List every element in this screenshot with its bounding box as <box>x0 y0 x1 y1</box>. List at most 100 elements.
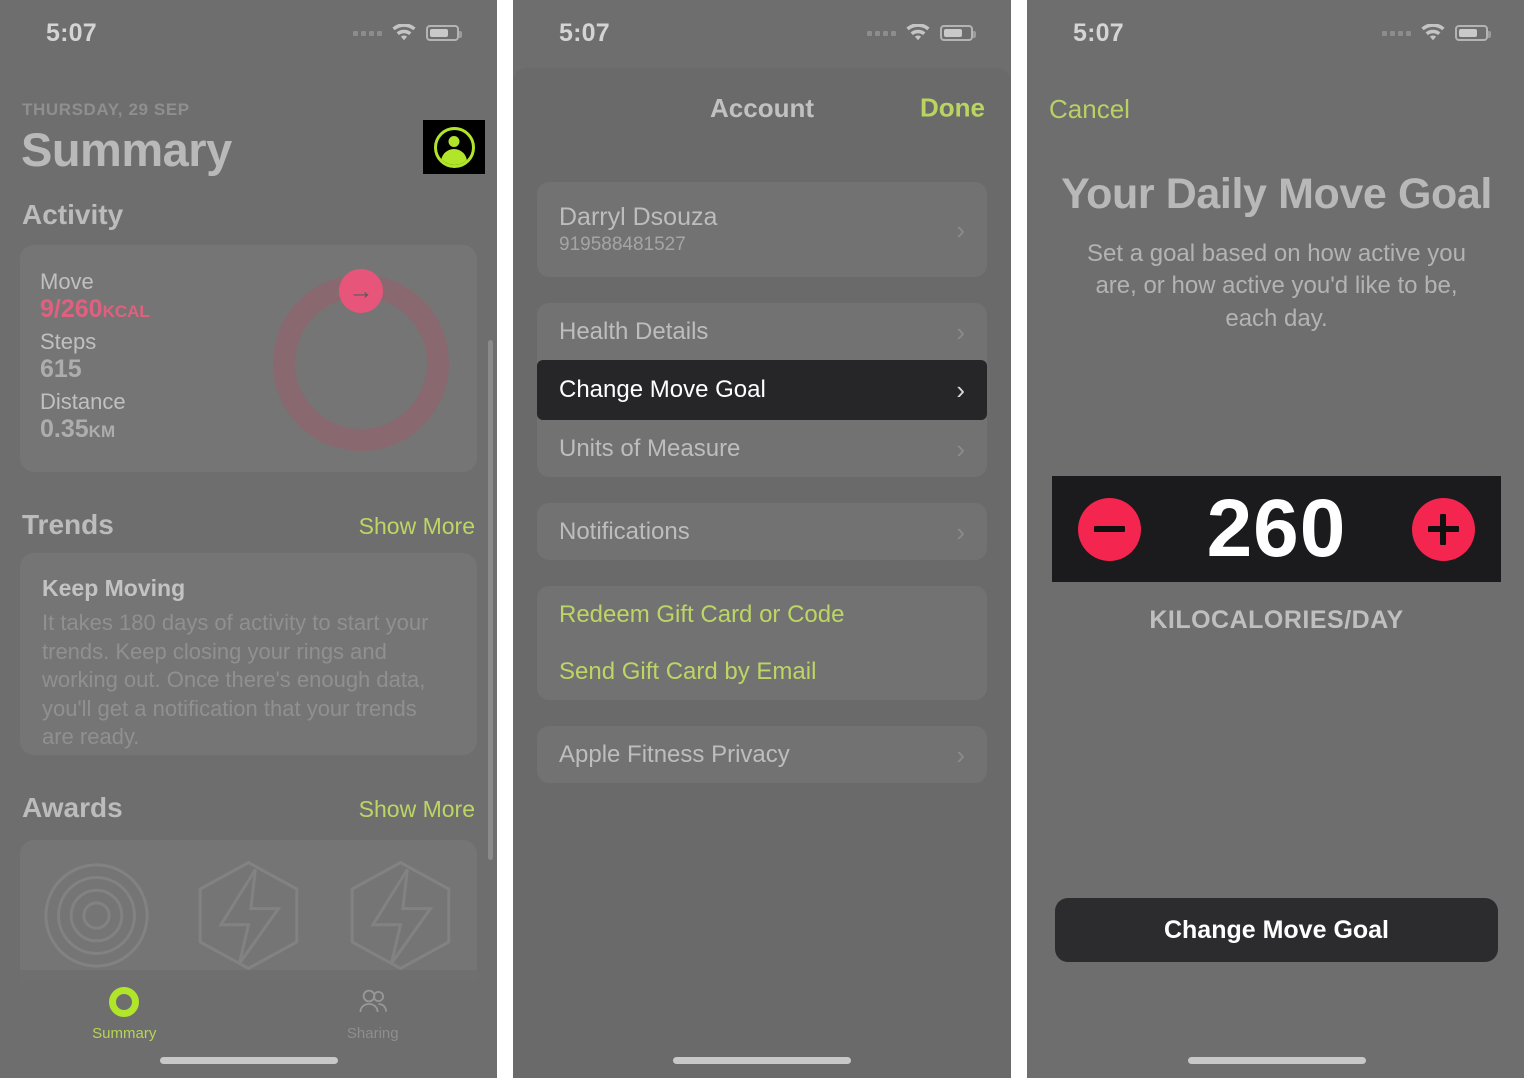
wifi-icon <box>1420 23 1446 43</box>
signal-dots-icon <box>1382 30 1411 36</box>
panel-gap <box>1011 0 1027 1078</box>
lightning-hexagon-badge <box>351 860 451 971</box>
status-time: 5:07 <box>46 18 97 47</box>
metric-steps-label: Steps <box>40 329 97 354</box>
chevron-right-icon: › <box>956 214 965 245</box>
signal-dots-icon <box>353 30 382 36</box>
account-user-group: Darryl Dsouza 919588481527 › <box>537 182 987 277</box>
metric-distance-label: Distance <box>40 389 126 414</box>
people-sharing-icon <box>355 984 391 1020</box>
row-apple-fitness-privacy[interactable]: Apple Fitness Privacy › <box>537 726 987 783</box>
row-units-of-measure[interactable]: Units of Measure › <box>537 420 987 477</box>
section-heading-trends: Trends <box>22 509 114 540</box>
cancel-button[interactable]: Cancel <box>1049 94 1130 125</box>
goal-value: 260 <box>1206 483 1347 574</box>
goal-subtitle: Set a goal based on how active you are, … <box>1087 240 1466 332</box>
awards-show-more-link[interactable]: Show More <box>359 796 475 823</box>
chevron-right-icon: › <box>956 739 965 770</box>
chevron-right-icon: › <box>956 516 965 547</box>
arrow-right-icon: → <box>339 269 383 313</box>
tab-sharing-label: Sharing <box>346 1025 399 1042</box>
row-label: Redeem Gift Card or Code <box>559 600 845 628</box>
chevron-right-icon: › <box>956 375 965 405</box>
status-indicators <box>867 23 976 43</box>
change-move-goal-button[interactable]: Change Move Goal <box>1055 898 1498 962</box>
panel-summary-screen: 5:07 THURSDAY, 29 SEP Summary Activity M… <box>0 0 497 1078</box>
row-label: Send Gift Card by Email <box>559 657 817 685</box>
status-indicators <box>1382 23 1491 43</box>
activity-card[interactable]: Move 9/260KCAL Steps 615 Distance 0.35KM… <box>20 245 477 472</box>
metric-distance: Distance 0.35KM <box>40 389 126 444</box>
panel-gap <box>497 0 513 1078</box>
panel-move-goal-screen: 5:07 Cancel Your Daily Move Goal Set a g… <box>1027 0 1524 1078</box>
date-label: THURSDAY, 29 SEP <box>22 100 190 119</box>
metric-move: Move 9/260KCAL <box>40 269 150 324</box>
battery-icon <box>426 25 462 41</box>
done-button[interactable]: Done <box>920 93 985 124</box>
trends-card[interactable]: Keep Moving It takes 180 days of activit… <box>20 553 477 755</box>
battery-icon <box>1455 25 1491 41</box>
home-indicator[interactable] <box>159 1057 338 1064</box>
status-bar: 5:07 <box>0 0 497 66</box>
user-name: Darryl Dsouza <box>559 203 718 231</box>
trends-show-more-link[interactable]: Show More <box>359 513 475 540</box>
account-notifications-group: Notifications › <box>537 503 987 560</box>
row-user-profile[interactable]: Darryl Dsouza 919588481527 › <box>537 182 987 277</box>
account-avatar-icon <box>433 126 475 168</box>
rings-target-badge <box>44 863 149 968</box>
home-indicator[interactable] <box>1187 1057 1366 1064</box>
goal-title: Your Daily Move Goal <box>1061 170 1492 218</box>
wifi-icon <box>905 23 931 43</box>
tab-summary-label: Summary <box>92 1025 157 1042</box>
metric-steps: Steps 615 <box>40 329 96 384</box>
activity-ring-icon <box>106 984 142 1020</box>
section-heading-awards: Awards <box>22 792 123 823</box>
chevron-right-icon: › <box>956 316 965 347</box>
sheet-title: Account <box>710 92 814 123</box>
row-label: Apple Fitness Privacy <box>559 740 790 768</box>
summary-content: THURSDAY, 29 SEP Summary Activity Move 9… <box>0 0 497 1078</box>
account-settings-group: Health Details › Change Move Goal › Unit… <box>537 303 987 477</box>
awards-badge-row <box>20 858 477 973</box>
row-label: Units of Measure <box>559 434 741 462</box>
status-time: 5:07 <box>559 18 610 47</box>
row-label: Change Move Goal <box>559 376 766 403</box>
chevron-right-icon: › <box>956 433 965 464</box>
panel-account-screen: 5:07 Account Done Darryl Dsouza 91958848… <box>513 0 1011 1078</box>
signal-dots-icon <box>867 30 896 36</box>
lightning-hexagon-badge <box>198 860 299 971</box>
row-redeem-gift-card[interactable]: Redeem Gift Card or Code <box>537 586 987 643</box>
awards-card[interactable] <box>20 840 477 980</box>
metric-steps-value: 615 <box>40 354 82 383</box>
move-ring-graphic: → <box>273 269 449 451</box>
account-avatar-button[interactable] <box>423 120 485 174</box>
status-bar: 5:07 <box>1027 0 1524 66</box>
three-panel-screenshot: 5:07 THURSDAY, 29 SEP Summary Activity M… <box>0 0 1524 1078</box>
row-label: Notifications <box>559 517 690 545</box>
trends-card-body: It takes 180 days of activity to start y… <box>42 610 429 750</box>
vertical-scrollbar[interactable] <box>488 340 493 860</box>
metric-move-value: 9/260KCAL <box>40 294 150 323</box>
row-label: Health Details <box>559 317 709 345</box>
row-health-details[interactable]: Health Details › <box>537 303 987 360</box>
trends-card-title: Keep Moving <box>42 575 186 601</box>
metric-distance-value: 0.35KM <box>40 414 116 443</box>
status-indicators <box>353 23 462 43</box>
status-time: 5:07 <box>1073 18 1124 47</box>
metric-move-label: Move <box>40 269 94 294</box>
row-notifications[interactable]: Notifications › <box>537 503 987 560</box>
page-title: Summary <box>21 123 232 176</box>
wifi-icon <box>391 23 417 43</box>
status-bar: 5:07 <box>513 0 1011 66</box>
plus-circle-icon[interactable] <box>1411 497 1475 561</box>
move-goal-stepper: 260 <box>1052 476 1501 582</box>
account-privacy-group: Apple Fitness Privacy › <box>537 726 987 783</box>
battery-icon <box>940 25 976 41</box>
account-modal-sheet: Account Done Darryl Dsouza 919588481527 … <box>513 68 1011 1078</box>
home-indicator[interactable] <box>673 1057 851 1064</box>
row-send-gift-card[interactable]: Send Gift Card by Email <box>537 643 987 700</box>
user-phone: 919588481527 <box>559 234 686 255</box>
minus-circle-icon[interactable] <box>1078 497 1141 561</box>
goal-unit-label: KILOCALORIES/DAY <box>1149 606 1404 634</box>
row-change-move-goal[interactable]: Change Move Goal › <box>537 360 987 420</box>
